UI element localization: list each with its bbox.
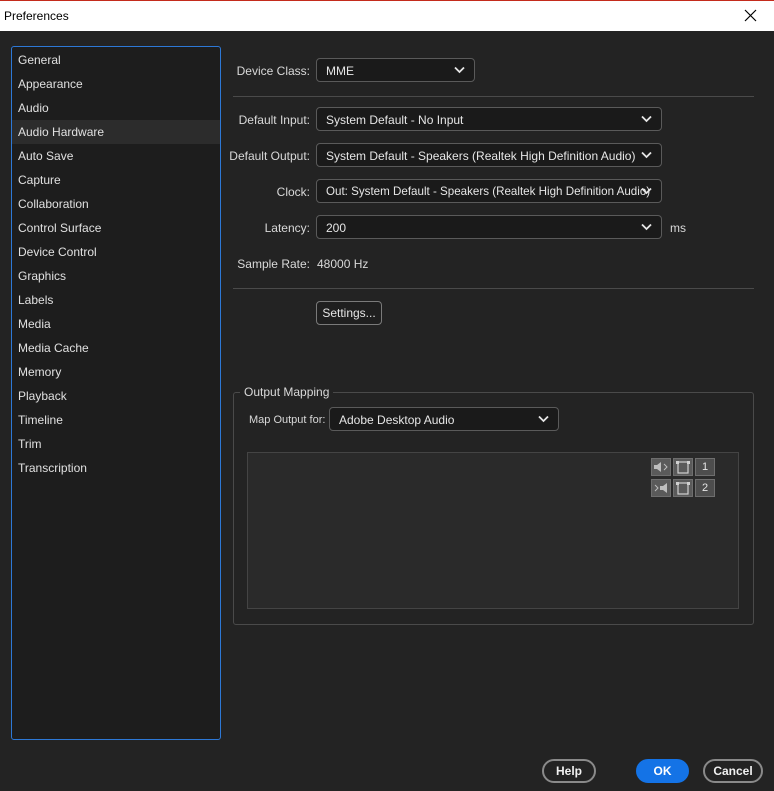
speaker-right-icon[interactable] bbox=[651, 479, 671, 497]
clock-label: Clock: bbox=[276, 185, 310, 199]
sidebar-item-collaboration[interactable]: Collaboration bbox=[12, 192, 220, 216]
chevron-down-icon bbox=[641, 151, 652, 159]
speaker-left-glyph bbox=[654, 462, 668, 472]
map-output-for-label: Map Output for: bbox=[249, 414, 326, 426]
chevron-down-icon bbox=[641, 187, 652, 195]
sidebar-item-audio-hardware[interactable]: Audio Hardware bbox=[12, 120, 220, 144]
default-input-label: Default Input: bbox=[238, 113, 310, 127]
channel-bracket-icon[interactable] bbox=[673, 479, 693, 497]
map-output-for-dropdown[interactable]: Adobe Desktop Audio bbox=[329, 407, 559, 431]
sidebar-item-graphics[interactable]: Graphics bbox=[12, 264, 220, 288]
settings-button[interactable]: Settings... bbox=[316, 301, 382, 325]
sidebar-item-auto-save[interactable]: Auto Save bbox=[12, 144, 220, 168]
sidebar-item-appearance[interactable]: Appearance bbox=[12, 72, 220, 96]
speaker-left-icon[interactable] bbox=[651, 458, 671, 476]
sidebar-item-memory[interactable]: Memory bbox=[12, 360, 220, 384]
sidebar-item-transcription[interactable]: Transcription bbox=[12, 456, 220, 480]
speaker-right-glyph bbox=[654, 483, 667, 493]
close-window-button[interactable] bbox=[728, 1, 774, 31]
title-bar: Preferences bbox=[0, 1, 774, 31]
device-class-dropdown[interactable]: MME bbox=[316, 58, 475, 82]
divider bbox=[233, 288, 754, 289]
device-class-value: MME bbox=[326, 64, 354, 78]
output-mapping-legend: Output Mapping bbox=[240, 385, 334, 399]
sidebar-item-media-cache[interactable]: Media Cache bbox=[12, 336, 220, 360]
sidebar-item-device-control[interactable]: Device Control bbox=[12, 240, 220, 264]
latency-unit: ms bbox=[670, 221, 686, 235]
sample-rate-value: 48000 Hz bbox=[317, 257, 369, 271]
default-output-value: System Default - Speakers (Realtek High … bbox=[326, 149, 636, 163]
divider bbox=[233, 96, 754, 97]
output-mapping-area: 1 2 bbox=[247, 452, 739, 609]
chevron-down-icon bbox=[641, 223, 652, 231]
chevron-down-icon bbox=[538, 415, 549, 423]
sidebar-item-playback[interactable]: Playback bbox=[12, 384, 220, 408]
latency-value: 200 bbox=[326, 221, 347, 235]
sidebar-item-capture[interactable]: Capture bbox=[12, 168, 220, 192]
bracket-glyph bbox=[676, 482, 690, 495]
latency-label: Latency: bbox=[264, 221, 310, 235]
default-output-dropdown[interactable]: System Default - Speakers (Realtek High … bbox=[316, 143, 662, 167]
default-output-label: Default Output: bbox=[229, 149, 310, 163]
sidebar-item-audio[interactable]: Audio bbox=[12, 96, 220, 120]
clock-dropdown[interactable]: Out: System Default - Speakers (Realtek … bbox=[316, 179, 662, 203]
chevron-down-icon bbox=[641, 115, 652, 123]
bracket-glyph bbox=[676, 461, 690, 474]
close-icon bbox=[744, 9, 757, 22]
default-input-value: System Default - No Input bbox=[326, 113, 464, 127]
chevron-down-icon bbox=[454, 66, 465, 74]
sidebar-item-timeline[interactable]: Timeline bbox=[12, 408, 220, 432]
channel-number[interactable]: 2 bbox=[695, 479, 715, 497]
sidebar-item-general[interactable]: General bbox=[12, 48, 220, 72]
help-button[interactable]: Help bbox=[542, 759, 596, 783]
sample-rate-label: Sample Rate: bbox=[237, 257, 310, 271]
sidebar-item-media[interactable]: Media bbox=[12, 312, 220, 336]
ok-button[interactable]: OK bbox=[636, 759, 689, 783]
sidebar-item-control-surface[interactable]: Control Surface bbox=[12, 216, 220, 240]
sidebar-item-trim[interactable]: Trim bbox=[12, 432, 220, 456]
window-title: Preferences bbox=[4, 9, 69, 23]
default-input-dropdown[interactable]: System Default - No Input bbox=[316, 107, 662, 131]
clock-value: Out: System Default - Speakers (Realtek … bbox=[326, 185, 651, 198]
sidebar-item-labels[interactable]: Labels bbox=[12, 288, 220, 312]
cancel-button[interactable]: Cancel bbox=[703, 759, 763, 783]
latency-dropdown[interactable]: 200 bbox=[316, 215, 662, 239]
channel-bracket-icon[interactable] bbox=[673, 458, 693, 476]
channel-number[interactable]: 1 bbox=[695, 458, 715, 476]
map-output-for-value: Adobe Desktop Audio bbox=[339, 413, 455, 427]
device-class-label: Device Class: bbox=[236, 64, 310, 78]
preferences-category-list: General Appearance Audio Audio Hardware … bbox=[11, 46, 221, 740]
